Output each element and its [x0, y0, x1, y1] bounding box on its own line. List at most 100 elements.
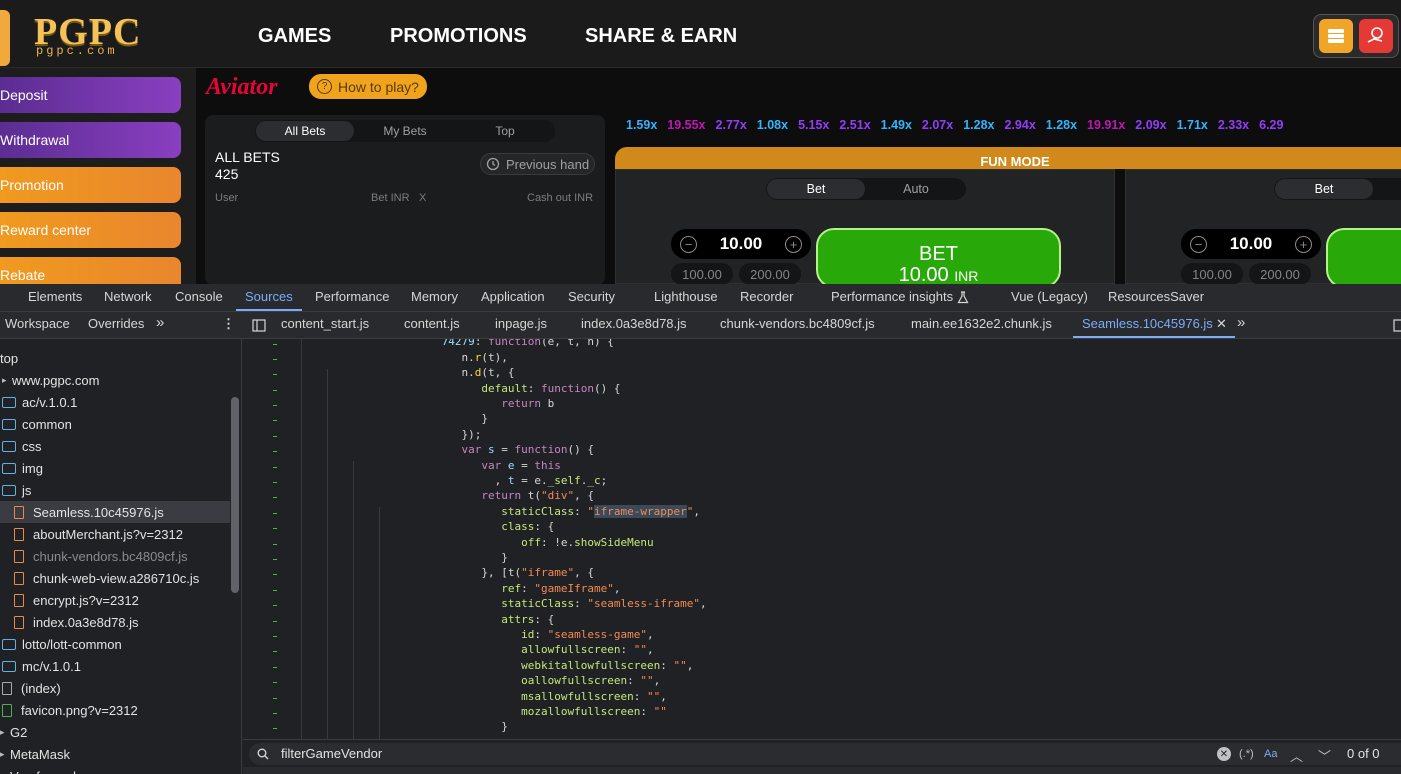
- tab-console[interactable]: Console: [175, 289, 223, 304]
- more-tabs-icon[interactable]: »: [156, 314, 164, 331]
- tab-bet[interactable]: Bet: [767, 179, 865, 199]
- tab-resources-saver[interactable]: ResourcesSaver: [1108, 289, 1204, 304]
- nav-share-earn[interactable]: SHARE & EARN: [585, 25, 737, 48]
- chevron-right-icon[interactable]: ▸: [0, 771, 8, 774]
- minus-icon[interactable]: −: [1190, 236, 1207, 253]
- toggle-navigator-icon[interactable]: [252, 319, 266, 332]
- tree-item[interactable]: top: [0, 347, 230, 369]
- file-tab-main-chunk[interactable]: main.ee1632e2.chunk.js: [911, 316, 1052, 331]
- tab-my-bets[interactable]: My Bets: [356, 121, 454, 141]
- tree-item[interactable]: ▸ www.pgpc.com: [0, 369, 230, 391]
- tree-item[interactable]: mc/v.1.0.1: [0, 655, 230, 677]
- more-files-icon[interactable]: »: [1237, 314, 1245, 331]
- tree-item[interactable]: chunk-web-view.a286710c.js: [0, 567, 230, 589]
- sidebar-reward-center[interactable]: Reward center: [0, 212, 181, 248]
- quick-amount-200[interactable]: 200.00: [739, 263, 801, 285]
- tab-all-bets[interactable]: All Bets: [256, 121, 354, 141]
- multiplier-chip[interactable]: 19.91x: [1087, 118, 1125, 132]
- code-editor[interactable]: 74279: function(e, t, n) { n.r(t), n.d(t…: [243, 339, 1401, 739]
- tree-item[interactable]: favicon.png?v=2312: [0, 699, 230, 721]
- tab-performance[interactable]: Performance: [315, 289, 389, 304]
- case-toggle[interactable]: Aa: [1264, 748, 1277, 760]
- chevron-right-icon[interactable]: ▸: [0, 749, 8, 760]
- tab-performance-insights[interactable]: Performance insights: [831, 289, 953, 304]
- tab-network[interactable]: Network: [104, 289, 152, 304]
- tab-application[interactable]: Application: [481, 289, 545, 304]
- multiplier-chip[interactable]: 1.28x: [963, 118, 994, 132]
- tab-overrides[interactable]: Overrides: [88, 316, 144, 331]
- bet-amount-input[interactable]: − 10.00 +: [671, 229, 811, 259]
- chevron-up-icon[interactable]: ︿: [1290, 746, 1303, 765]
- nav-games[interactable]: GAMES: [258, 25, 331, 48]
- bet-amount-input-2[interactable]: − 10.00 +: [1181, 229, 1321, 259]
- tab-auto[interactable]: Auto: [867, 179, 965, 199]
- sidebar-deposit[interactable]: Deposit: [0, 77, 181, 113]
- multiplier-chip[interactable]: 2.09x: [1135, 118, 1166, 132]
- tree-item[interactable]: js: [0, 479, 230, 501]
- bet-button-2[interactable]: [1326, 228, 1401, 288]
- multiplier-chip[interactable]: 1.71x: [1177, 118, 1208, 132]
- tree-item[interactable]: index.0a3e8d78.js: [0, 611, 230, 633]
- multiplier-chip[interactable]: 1.28x: [1046, 118, 1077, 132]
- tree-item[interactable]: lotto/lott-common: [0, 633, 230, 655]
- file-tab-content[interactable]: content.js: [404, 316, 460, 331]
- tab-bet-2[interactable]: Bet: [1275, 179, 1373, 199]
- tab-lighthouse[interactable]: Lighthouse: [654, 289, 718, 304]
- clear-search-icon[interactable]: ✕: [1217, 747, 1231, 761]
- search-input[interactable]: filterGameVendor ✕ (.*) Aa: [249, 743, 1401, 765]
- tab-top[interactable]: Top: [456, 121, 554, 141]
- quick-amount-100-2[interactable]: 100.00: [1181, 263, 1243, 285]
- toggle-debugger-icon[interactable]: [1393, 319, 1401, 332]
- multiplier-chip[interactable]: 2.77x: [716, 118, 747, 132]
- chevron-right-icon[interactable]: ▸: [2, 375, 10, 386]
- previous-hand-button[interactable]: Previous hand: [480, 153, 595, 175]
- tree-item[interactable]: ▸ MetaMask: [0, 743, 230, 765]
- chevron-down-icon[interactable]: ﹀: [1318, 746, 1331, 765]
- logo-tab[interactable]: [0, 10, 10, 66]
- plus-icon[interactable]: +: [785, 236, 802, 253]
- tree-item[interactable]: ▸Vue force dev: [0, 765, 230, 774]
- navigator-scrollbar[interactable]: [231, 397, 239, 593]
- nav-promotions[interactable]: PROMOTIONS: [390, 25, 527, 48]
- quick-amount-100[interactable]: 100.00: [671, 263, 733, 285]
- bet-button[interactable]: BET 10.00 INR: [816, 228, 1061, 288]
- tab-workspace[interactable]: Workspace: [5, 316, 70, 331]
- how-to-play-button[interactable]: ? How to play?: [309, 74, 427, 99]
- regex-toggle[interactable]: (.*): [1239, 748, 1254, 760]
- kebab-menu-icon[interactable]: ⋮: [222, 316, 235, 332]
- multiplier-chip[interactable]: 6.29: [1259, 118, 1283, 132]
- multiplier-history[interactable]: 1.59x 19.55x 2.77x 1.08x 5.15x 2.51x 1.49x 2.07…: [626, 118, 1293, 134]
- tree-item[interactable]: encrypt.js?v=2312: [0, 589, 230, 611]
- tab-sources[interactable]: Sources: [245, 289, 293, 304]
- multiplier-chip[interactable]: 2.07x: [922, 118, 953, 132]
- gift-hand-icon[interactable]: [1359, 19, 1393, 53]
- tree-item[interactable]: css: [0, 435, 230, 457]
- tree-item[interactable]: ▸ G2: [0, 721, 230, 743]
- tree-item[interactable]: aboutMerchant.js?v=2312: [0, 523, 230, 545]
- multiplier-chip[interactable]: 1.59x: [626, 118, 657, 132]
- tab-vue-legacy[interactable]: Vue (Legacy): [1011, 289, 1088, 304]
- tree-item[interactable]: img: [0, 457, 230, 479]
- tab-memory[interactable]: Memory: [411, 289, 458, 304]
- tree-item[interactable]: (index): [0, 677, 230, 699]
- multiplier-chip[interactable]: 1.49x: [881, 118, 912, 132]
- file-tab-chunk-vendors[interactable]: chunk-vendors.bc4809cf.js: [720, 316, 875, 331]
- file-tab-inpage[interactable]: inpage.js: [495, 316, 547, 331]
- tree-item[interactable]: common: [0, 413, 230, 435]
- tab-recorder[interactable]: Recorder: [740, 289, 793, 304]
- file-tab-content-start[interactable]: content_start.js: [281, 316, 369, 331]
- tab-security[interactable]: Security: [568, 289, 615, 304]
- minus-icon[interactable]: −: [680, 236, 697, 253]
- tree-item[interactable]: ac/v.1.0.1: [0, 391, 230, 413]
- file-tab-seamless[interactable]: Seamless.10c45976.js: [1082, 316, 1213, 331]
- multiplier-chip[interactable]: 2.33x: [1218, 118, 1249, 132]
- multiplier-chip[interactable]: 19.55x: [667, 118, 705, 132]
- chevron-right-icon[interactable]: ▸: [0, 727, 8, 738]
- multiplier-chip[interactable]: 1.08x: [757, 118, 788, 132]
- multiplier-chip[interactable]: 2.51x: [839, 118, 870, 132]
- plus-icon[interactable]: +: [1295, 236, 1312, 253]
- sidebar-promotion[interactable]: Promotion: [0, 167, 181, 203]
- tab-elements[interactable]: Elements: [28, 289, 82, 304]
- sidebar-withdrawal[interactable]: Withdrawal: [0, 122, 181, 158]
- coin-stack-icon[interactable]: [1319, 19, 1353, 53]
